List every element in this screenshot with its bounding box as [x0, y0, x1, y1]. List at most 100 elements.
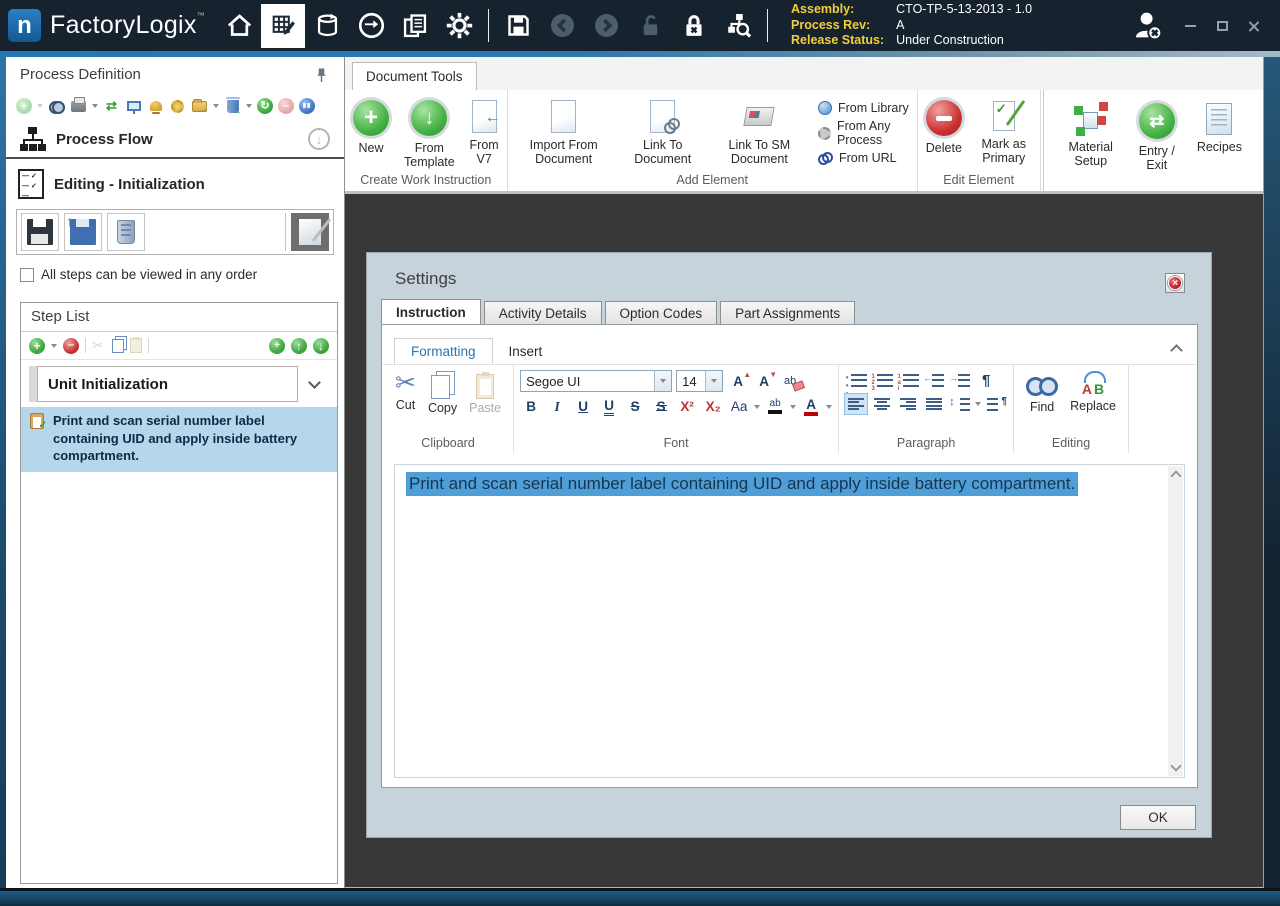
close-button[interactable] — [1240, 14, 1268, 38]
find-icon[interactable] — [48, 98, 65, 115]
refresh-icon[interactable] — [257, 98, 273, 114]
collapse-ribbon-icon[interactable] — [1171, 345, 1181, 352]
clear-formatting-button[interactable]: ab — [779, 371, 801, 392]
from-v7-button[interactable]: From V7 — [463, 95, 506, 169]
chevron-down-icon[interactable] — [308, 376, 321, 389]
settings-gear-icon[interactable] — [437, 4, 481, 48]
decrease-indent-icon[interactable] — [923, 370, 945, 390]
step-instruction-item[interactable]: Print and scan serial number label conta… — [21, 407, 337, 472]
scroll-up-icon[interactable] — [1170, 470, 1181, 481]
mark-as-primary-button[interactable]: Mark as Primary — [969, 95, 1039, 168]
align-right-icon[interactable] — [897, 394, 919, 414]
ok-button[interactable]: OK — [1120, 805, 1196, 830]
increase-indent-icon[interactable] — [949, 370, 971, 390]
expand-down-icon[interactable] — [308, 128, 330, 150]
move-up-icon[interactable] — [291, 338, 307, 354]
underline-button[interactable]: U — [572, 396, 594, 417]
italic-button[interactable]: I — [546, 396, 568, 417]
import-from-document-button[interactable]: Import From Document — [509, 95, 619, 169]
shrink-font-button[interactable]: A — [753, 371, 775, 392]
save-export-button[interactable] — [64, 213, 102, 251]
material-setup-button[interactable]: Material Setup — [1060, 98, 1122, 171]
combo-arrow-icon[interactable] — [705, 371, 722, 391]
line-spacing-dropdown-icon[interactable] — [975, 402, 981, 406]
minimize-button[interactable] — [1176, 14, 1204, 38]
font-size-combo[interactable]: 14 — [676, 370, 723, 392]
scroll-down-icon[interactable] — [1170, 760, 1181, 771]
font-family-combo[interactable]: Segoe UI — [520, 370, 672, 392]
pin-icon[interactable] — [315, 67, 328, 83]
copy-button[interactable]: Copy — [423, 369, 462, 417]
process-flow-row[interactable]: Process Flow — [6, 121, 344, 159]
add-step-dropdown-icon[interactable] — [51, 344, 57, 348]
font-color-dropdown-icon[interactable] — [826, 405, 832, 409]
change-case-dropdown-icon[interactable] — [754, 405, 760, 409]
entry-exit-button[interactable]: Entry / Exit — [1132, 98, 1182, 175]
paragraph-settings-icon[interactable] — [985, 394, 1007, 414]
pause-icon[interactable] — [299, 98, 315, 114]
from-url-button[interactable]: From URL — [812, 149, 916, 167]
recycle-dropdown-icon[interactable] — [246, 104, 252, 108]
tab-activity-details[interactable]: Activity Details — [484, 301, 602, 325]
from-any-process-button[interactable]: From Any Process — [812, 117, 916, 149]
subtab-insert[interactable]: Insert — [493, 338, 559, 364]
maximize-button[interactable] — [1208, 14, 1236, 38]
numbered-list-icon[interactable]: 123 — [871, 370, 893, 390]
recycle-icon[interactable] — [224, 98, 241, 115]
align-center-icon[interactable] — [871, 394, 893, 414]
edit-mode-button[interactable] — [291, 213, 329, 251]
move-down-icon[interactable] — [313, 338, 329, 354]
order-checkbox[interactable] — [20, 268, 34, 282]
editor-scrollbar[interactable] — [1168, 466, 1183, 776]
zoom-step-icon[interactable] — [269, 338, 285, 354]
recipes-button[interactable]: Recipes — [1192, 98, 1247, 157]
justify-icon[interactable] — [923, 394, 945, 414]
export-icon[interactable] — [191, 98, 208, 115]
save-step-button[interactable] — [21, 213, 59, 251]
cut-button[interactable]: Cut — [390, 369, 421, 417]
tab-document-tools[interactable]: Document Tools — [352, 62, 477, 90]
user-logout-icon[interactable] — [1126, 4, 1170, 48]
from-library-button[interactable]: From Library — [812, 99, 916, 117]
replace-button[interactable]: ABReplace — [1065, 369, 1121, 416]
change-case-button[interactable]: Aa — [728, 396, 750, 417]
discard-button[interactable] — [107, 213, 145, 251]
highlight-dropdown-icon[interactable] — [790, 405, 796, 409]
subscript-button[interactable]: X₂ — [702, 396, 724, 417]
from-template-button[interactable]: From Template — [396, 95, 463, 172]
superscript-button[interactable]: X² — [676, 396, 698, 417]
pilcrow-icon[interactable]: ¶ — [975, 370, 997, 390]
presentation-icon[interactable] — [125, 98, 142, 115]
highlight-color-button[interactable]: ab — [764, 396, 786, 417]
link-to-sm-document-button[interactable]: Link To SM Document — [707, 95, 812, 169]
transfer-icon[interactable] — [349, 4, 393, 48]
subtab-formatting[interactable]: Formatting — [394, 338, 493, 364]
process-definition-icon[interactable] — [261, 4, 305, 48]
find-button[interactable]: Find — [1021, 369, 1063, 416]
dialog-close-button[interactable] — [1165, 273, 1185, 293]
instruction-editor[interactable]: Print and scan serial number label conta… — [394, 464, 1185, 778]
process-audit-icon[interactable] — [716, 4, 760, 48]
remove-step-icon[interactable] — [63, 338, 79, 354]
bell-icon[interactable] — [147, 98, 164, 115]
add-step-icon[interactable] — [29, 338, 45, 354]
bold-button[interactable]: B — [520, 396, 542, 417]
print-icon[interactable] — [70, 98, 87, 115]
gear-icon[interactable] — [169, 98, 186, 115]
grow-font-button[interactable]: A — [727, 371, 749, 392]
sync-icon[interactable]: ⇄ — [103, 98, 120, 115]
tab-part-assignments[interactable]: Part Assignments — [720, 301, 855, 325]
bullet-list-icon[interactable]: ••• — [845, 370, 867, 390]
multilevel-list-icon[interactable]: 1ai — [897, 370, 919, 390]
delete-button[interactable]: Delete — [919, 95, 969, 158]
step-name-input[interactable]: Unit Initialization — [37, 366, 298, 402]
new-button[interactable]: New — [346, 95, 396, 158]
double-underline-button[interactable]: U — [598, 396, 620, 417]
copy-icon[interactable] — [112, 339, 124, 353]
align-left-icon[interactable] — [845, 394, 867, 414]
line-spacing-icon[interactable] — [949, 394, 971, 414]
font-color-button[interactable]: A — [800, 396, 822, 417]
double-strikethrough-button[interactable]: S — [650, 396, 672, 417]
link-to-document-button[interactable]: Link To Document — [619, 95, 707, 169]
save-icon[interactable] — [496, 4, 540, 48]
